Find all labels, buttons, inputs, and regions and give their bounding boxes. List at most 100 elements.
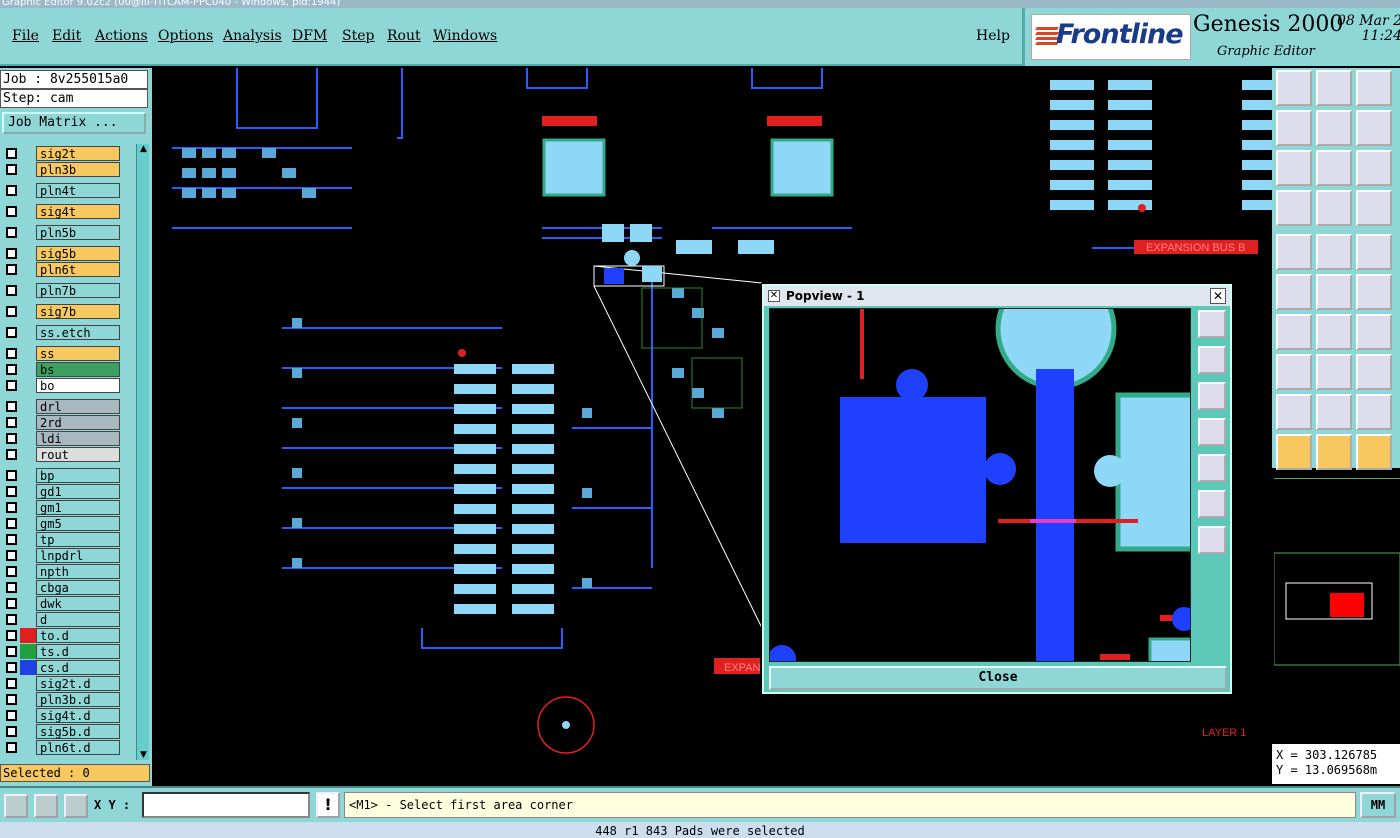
layer-row[interactable]: 2rd	[2, 415, 120, 430]
layer-name[interactable]: drl	[36, 399, 120, 414]
layer-color-swatch[interactable]	[20, 262, 36, 277]
layer-row[interactable]: tp	[2, 532, 120, 547]
layer-color-swatch[interactable]	[20, 225, 36, 240]
layer-color-swatch[interactable]	[20, 500, 36, 515]
zoom-out-icon[interactable]	[1316, 70, 1352, 106]
layer-checkbox[interactable]	[6, 206, 17, 217]
layer-checkbox[interactable]	[6, 710, 17, 721]
layer-checkbox[interactable]	[6, 185, 17, 196]
layer-row[interactable]: ldi	[2, 431, 120, 446]
cut-icon[interactable]	[1316, 274, 1352, 310]
layer-name[interactable]: sig5b	[36, 246, 120, 261]
layer-checkbox[interactable]	[6, 364, 17, 375]
edit-icon[interactable]	[1316, 234, 1352, 270]
layer-row[interactable]: ss.etch	[2, 325, 120, 340]
layer-row[interactable]: sig5b	[2, 246, 120, 261]
layer-checkbox[interactable]	[6, 598, 17, 609]
menu-file[interactable]: File	[12, 28, 39, 44]
layer-color-swatch[interactable]	[20, 362, 36, 377]
layer-name[interactable]: sig4t.d	[36, 708, 120, 723]
line3-icon[interactable]	[1316, 354, 1352, 390]
job-matrix-button[interactable]: Job Matrix ...	[2, 112, 146, 134]
layer-name[interactable]: tp	[36, 532, 120, 547]
menu-dfm[interactable]: DFM	[292, 28, 327, 44]
scroll-down-icon[interactable]: ▼	[138, 750, 149, 760]
layer-row[interactable]: ts.d	[2, 644, 120, 659]
menu-help[interactable]: Help	[976, 28, 1010, 44]
center-icon[interactable]	[1316, 150, 1352, 186]
tri-icon[interactable]	[1276, 394, 1312, 430]
layer-name[interactable]: sig4t	[36, 204, 120, 219]
snap2-icon[interactable]	[1356, 274, 1392, 310]
popview-canvas[interactable]	[769, 308, 1191, 662]
tri3-icon[interactable]	[1356, 394, 1392, 430]
popview-close-button[interactable]: Close	[769, 666, 1227, 690]
layer-color-swatch[interactable]	[20, 146, 36, 161]
layer-row[interactable]: d	[2, 612, 120, 627]
menu-actions[interactable]: Actions	[95, 28, 148, 44]
layer-checkbox[interactable]	[6, 726, 17, 737]
layer-color-swatch[interactable]	[20, 660, 36, 675]
layer-name[interactable]: bs	[36, 362, 120, 377]
layer-name[interactable]: sig2t	[36, 146, 120, 161]
layer-checkbox[interactable]	[6, 227, 17, 238]
layer-name[interactable]: rout	[36, 447, 120, 462]
layer-checkbox[interactable]	[6, 327, 17, 338]
layer-checkbox[interactable]	[6, 662, 17, 673]
layer-checkbox[interactable]	[6, 550, 17, 561]
layer-color-swatch[interactable]	[20, 516, 36, 531]
scroll-up-icon[interactable]: ▲	[138, 144, 149, 154]
layer-row[interactable]: bp	[2, 468, 120, 483]
layer-color-swatch[interactable]	[20, 676, 36, 691]
layer-row[interactable]: cs.d	[2, 660, 120, 675]
layer-color-swatch[interactable]	[20, 246, 36, 261]
layer-name[interactable]: gd1	[36, 484, 120, 499]
layer-checkbox[interactable]	[6, 348, 17, 359]
layer-name[interactable]: ss	[36, 346, 120, 361]
layer-color-swatch[interactable]	[20, 692, 36, 707]
layer-name[interactable]: pln7b	[36, 283, 120, 298]
popview-titlebar[interactable]: ✕ Popview - 1 ✕	[764, 286, 1230, 306]
layer-row[interactable]: pln3b.d	[2, 692, 120, 707]
layer-color-swatch[interactable]	[20, 548, 36, 563]
layer-row[interactable]: pln6t	[2, 262, 120, 277]
layer-row[interactable]: pln3b	[2, 162, 120, 177]
layer-name[interactable]: lnpdrl	[36, 548, 120, 563]
menu-options[interactable]: Options	[158, 28, 213, 44]
layer-name[interactable]: gm5	[36, 516, 120, 531]
layer-checkbox[interactable]	[6, 534, 17, 545]
layer-row[interactable]: bs	[2, 362, 120, 377]
layer-checkbox[interactable]	[6, 148, 17, 159]
layer-color-swatch[interactable]	[20, 283, 36, 298]
layer-checkbox[interactable]	[6, 566, 17, 577]
layer-row[interactable]: gm1	[2, 500, 120, 515]
layer-row[interactable]: lnpdrl	[2, 548, 120, 563]
layer-checkbox[interactable]	[6, 678, 17, 689]
layer-checkbox[interactable]	[6, 646, 17, 657]
ruler-icon[interactable]	[1356, 234, 1392, 270]
snap-icon[interactable]	[1316, 190, 1352, 226]
layer-checkbox[interactable]	[6, 433, 17, 444]
layer-color-swatch[interactable]	[20, 740, 36, 755]
xy-input[interactable]	[142, 792, 310, 818]
layer-row[interactable]: sig2t	[2, 146, 120, 161]
layer-color-swatch[interactable]	[20, 644, 36, 659]
layer-color-swatch[interactable]	[20, 596, 36, 611]
layer-name[interactable]: ss.etch	[36, 325, 120, 340]
layer-checkbox[interactable]	[6, 380, 17, 391]
layer-checkbox[interactable]	[6, 417, 17, 428]
pad-icon[interactable]	[1276, 354, 1312, 390]
layer-color-swatch[interactable]	[20, 415, 36, 430]
layer-name[interactable]: ldi	[36, 431, 120, 446]
pan-down-icon[interactable]	[1198, 382, 1226, 410]
units-button[interactable]: MM	[1360, 792, 1396, 818]
layer-name[interactable]: pln3b	[36, 162, 120, 177]
layer-name[interactable]: pln3b.d	[36, 692, 120, 707]
layer-name[interactable]: bp	[36, 468, 120, 483]
layer-color-swatch[interactable]	[20, 378, 36, 393]
grid-icon[interactable]	[1356, 110, 1392, 146]
layer-checkbox[interactable]	[6, 486, 17, 497]
layer-checkbox[interactable]	[6, 248, 17, 259]
layer-row[interactable]: sig2t.d	[2, 676, 120, 691]
layer-color-swatch[interactable]	[20, 447, 36, 462]
